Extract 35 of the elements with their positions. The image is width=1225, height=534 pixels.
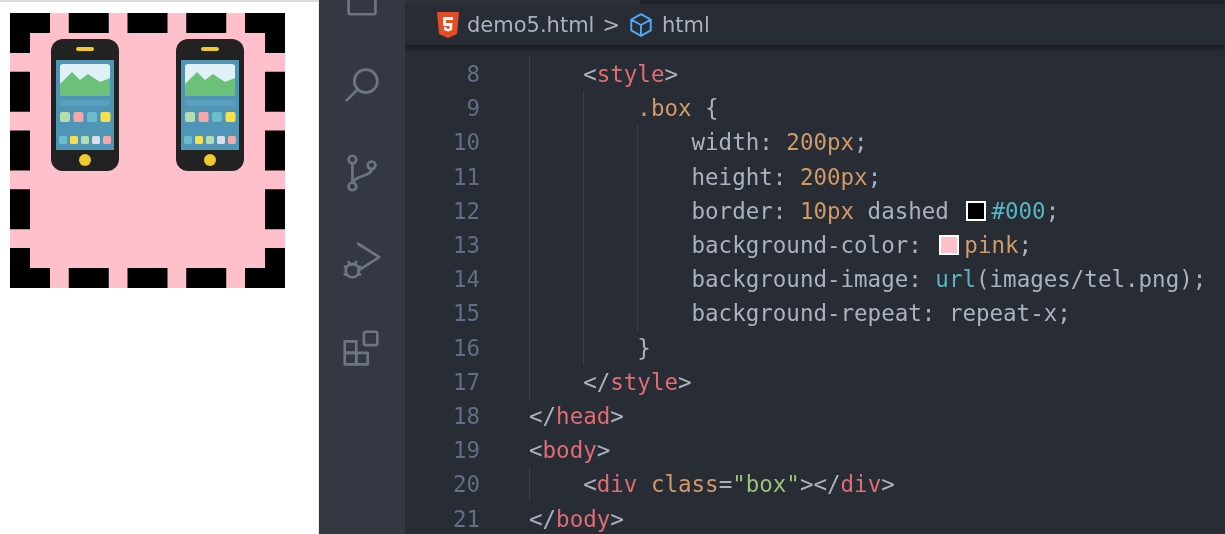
symbol-name[interactable]: html	[662, 12, 710, 37]
line-number: 18	[451, 402, 481, 429]
code-line: width: 200px;	[691, 129, 868, 156]
line-number: 16	[451, 334, 481, 361]
code-line: </style>	[583, 368, 692, 395]
cube-icon	[628, 11, 655, 38]
line-number: 8	[465, 61, 481, 88]
line-number: 11	[451, 163, 481, 190]
code-line: border: 10px dashed #000;	[691, 197, 1060, 224]
line-number: 14	[451, 266, 481, 293]
code-line: background-color: pink;	[691, 232, 1033, 259]
html5-icon	[437, 11, 459, 38]
line-number: 20	[451, 471, 481, 498]
line-number: 10	[451, 129, 481, 156]
code-line: background-repeat: repeat-x;	[691, 300, 1071, 327]
code-line: <div class="box"></div>	[583, 471, 895, 498]
line-number: 9	[465, 95, 481, 122]
line-number: 17	[451, 368, 481, 395]
color-swatch[interactable]	[966, 200, 987, 221]
code-line: </head>	[529, 402, 624, 429]
line-number: 19	[451, 437, 481, 464]
code-line: height: 200px;	[691, 163, 882, 190]
code-line: .box {	[637, 95, 719, 122]
line-number: 13	[451, 232, 481, 259]
line-number: 15	[451, 300, 481, 327]
code-line: <style>	[583, 61, 678, 88]
line-number: 12	[451, 197, 481, 224]
color-swatch[interactable]	[939, 235, 960, 256]
code-line: }	[637, 334, 651, 361]
breadcrumb-separator: >	[602, 12, 621, 37]
code-line: <body>	[529, 437, 611, 464]
code-line: background-image: url(images/tel.png);	[691, 266, 1207, 293]
line-number: 21	[451, 505, 481, 532]
file-name[interactable]: demo5.html	[467, 12, 595, 37]
code-line: </body>	[529, 505, 624, 532]
